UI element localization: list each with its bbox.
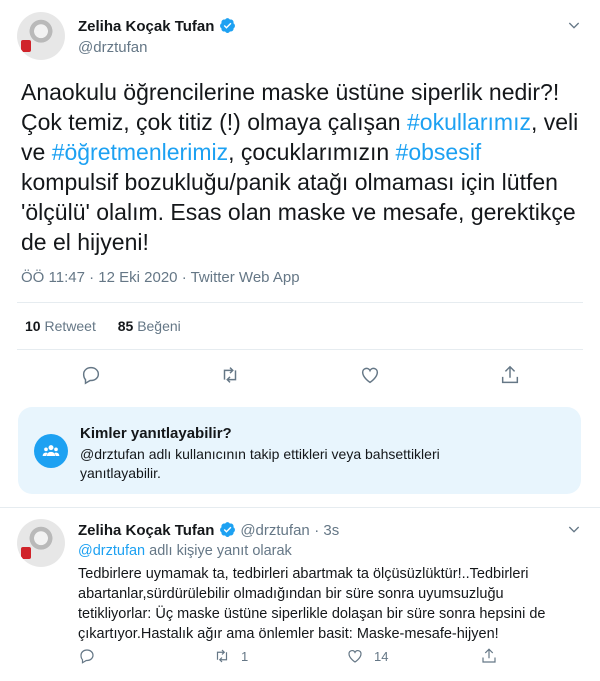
reply-header: Zeliha Koçak Tufan @drztufan · 3s xyxy=(78,521,339,540)
share-icon xyxy=(482,648,496,663)
reply-retweet-button[interactable]: 1 xyxy=(213,647,248,665)
tweet-text-part: , çocuklarımızın xyxy=(228,139,396,165)
author-handle[interactable]: @drztufan xyxy=(78,39,147,56)
like-count: 85 xyxy=(117,318,134,334)
divider xyxy=(17,349,583,350)
like-icon xyxy=(348,650,362,663)
reply-author-avatar[interactable] xyxy=(17,519,65,567)
tweet-stats: 10 Retweet 85 Beğeni xyxy=(25,318,181,334)
meta-separator: · xyxy=(89,269,99,286)
divider xyxy=(17,302,583,303)
reply-reply-button[interactable] xyxy=(78,647,96,665)
tweet-source[interactable]: Twitter Web App xyxy=(191,269,300,286)
verified-icon xyxy=(219,18,235,33)
author-avatar[interactable] xyxy=(17,12,65,60)
author-name-row[interactable]: Zeliha Koçak Tufan xyxy=(78,17,236,36)
chevron-down-icon[interactable] xyxy=(566,521,582,537)
replying-to: @drztufan adlı kişiye yanıt olarak xyxy=(78,543,292,559)
retweet-icon[interactable] xyxy=(219,364,241,386)
reply-time-ago[interactable]: 3s xyxy=(323,522,339,539)
hashtag-link[interactable]: #öğretmenlerimiz xyxy=(52,139,228,165)
replying-to-label: adlı kişiye yanıt olarak xyxy=(149,543,292,559)
meta-separator: · xyxy=(314,522,324,539)
reply-icon xyxy=(80,649,94,664)
people-icon xyxy=(34,434,68,468)
retweet-label: Retweet xyxy=(44,318,96,334)
reply-share-button[interactable] xyxy=(480,647,498,665)
reply-like-count: 14 xyxy=(374,648,389,664)
reply-like-button[interactable]: 14 xyxy=(346,647,388,665)
reply-restriction-title: Kimler yanıtlayabilir? xyxy=(80,425,232,442)
retweet-count-link[interactable]: 10 Retweet xyxy=(25,318,100,334)
replying-to-handle[interactable]: @drztufan xyxy=(78,543,145,559)
like-label: Beğeni xyxy=(137,318,181,334)
tweet-meta: ÖÖ 11:47 · 12 Eki 2020 · Twitter Web App xyxy=(21,269,300,286)
hashtag-link[interactable]: #okullarımız xyxy=(407,109,531,135)
verified-icon xyxy=(219,522,235,537)
reply-author-name[interactable]: Zeliha Koçak Tufan xyxy=(78,522,214,539)
reply-author-handle[interactable]: @drztufan xyxy=(240,522,309,539)
tweet-date[interactable]: 12 Eki 2020 xyxy=(98,269,177,286)
divider xyxy=(0,507,600,508)
tweet-text: Anaokulu öğrencilerine maske üstüne sipe… xyxy=(21,77,581,257)
share-icon[interactable] xyxy=(499,364,521,386)
reply-tweet-text: Tedbirlere uymamak ta, tedbirleri abartm… xyxy=(78,566,546,642)
hashtag-link[interactable]: #obsesif xyxy=(396,139,482,165)
retweet-count: 10 xyxy=(25,318,41,334)
reply-icon[interactable] xyxy=(80,364,102,386)
reply-restriction-box: Kimler yanıtlayabilir? @drztufan adlı ku… xyxy=(18,407,581,494)
like-count-link[interactable]: 85 Beğeni xyxy=(118,318,181,334)
reply-restriction-text: @drztufan adlı kullanıcının takip ettikl… xyxy=(80,446,440,481)
tweet-time[interactable]: ÖÖ 11:47 xyxy=(21,269,85,286)
author-name[interactable]: Zeliha Koçak Tufan xyxy=(78,18,214,35)
meta-separator: · xyxy=(181,269,191,286)
chevron-down-icon[interactable] xyxy=(566,17,582,33)
like-icon[interactable] xyxy=(359,364,381,386)
retweet-icon xyxy=(216,649,228,663)
reply-retweet-count: 1 xyxy=(241,648,249,664)
tweet-text-part: kompulsif bozukluğu/panik atağı olmaması… xyxy=(21,169,576,255)
